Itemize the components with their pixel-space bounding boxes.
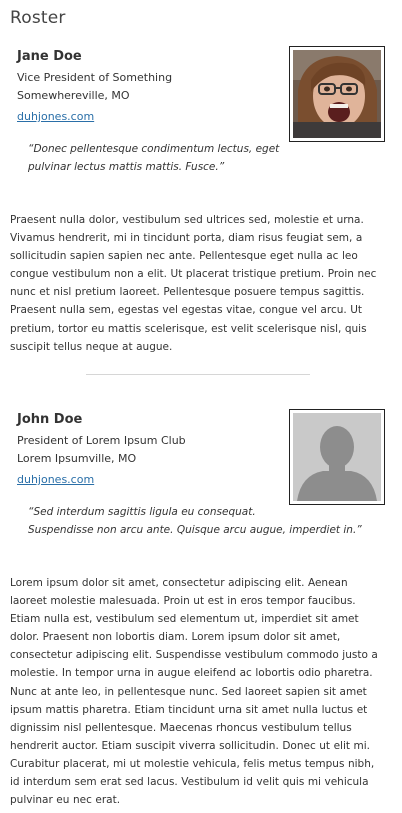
section-divider [86, 374, 310, 375]
person-website-link[interactable]: duhjones.com [17, 471, 94, 489]
person-details: Jane Doe Vice President of Something Som… [17, 48, 277, 126]
page-title: Roster [10, 8, 66, 28]
person-location: Somewhereville, MO [17, 89, 130, 102]
person-location: Lorem Ipsumville, MO [17, 452, 137, 465]
person-website-link[interactable]: duhjones.com [17, 108, 94, 126]
person-quote: “Sed interdum sagittis ligula eu consequ… [28, 503, 378, 539]
person-photo-frame [289, 409, 385, 505]
woman-photo-icon [293, 50, 381, 138]
person-name: John Doe [17, 412, 83, 427]
quote-line: “Sed interdum sagittis ligula eu consequ… [28, 506, 256, 518]
person-bio: Lorem ipsum dolor sit amet, consectetur … [10, 577, 378, 807]
person-quote: “Donec pellentesque condimentum lectus, … [28, 140, 378, 176]
person-title: President of Lorem Ipsum Club [17, 434, 186, 447]
quote-line: pulvinar lectus mattis mattis. Fusce.” [28, 161, 225, 173]
quote-line: Suspendisse non arcu ante. Quisque arcu … [28, 524, 362, 536]
person-title: Vice President of Something [17, 71, 173, 84]
person-name: Jane Doe [17, 49, 82, 64]
person-photo-frame [289, 46, 385, 142]
quote-line: “Donec pellentesque condimentum lectus, … [28, 143, 280, 155]
person-bio: Praesent nulla dolor, vestibulum sed ult… [10, 214, 377, 353]
placeholder-avatar-icon [293, 413, 381, 501]
person-details: John Doe President of Lorem Ipsum Club L… [17, 411, 277, 489]
